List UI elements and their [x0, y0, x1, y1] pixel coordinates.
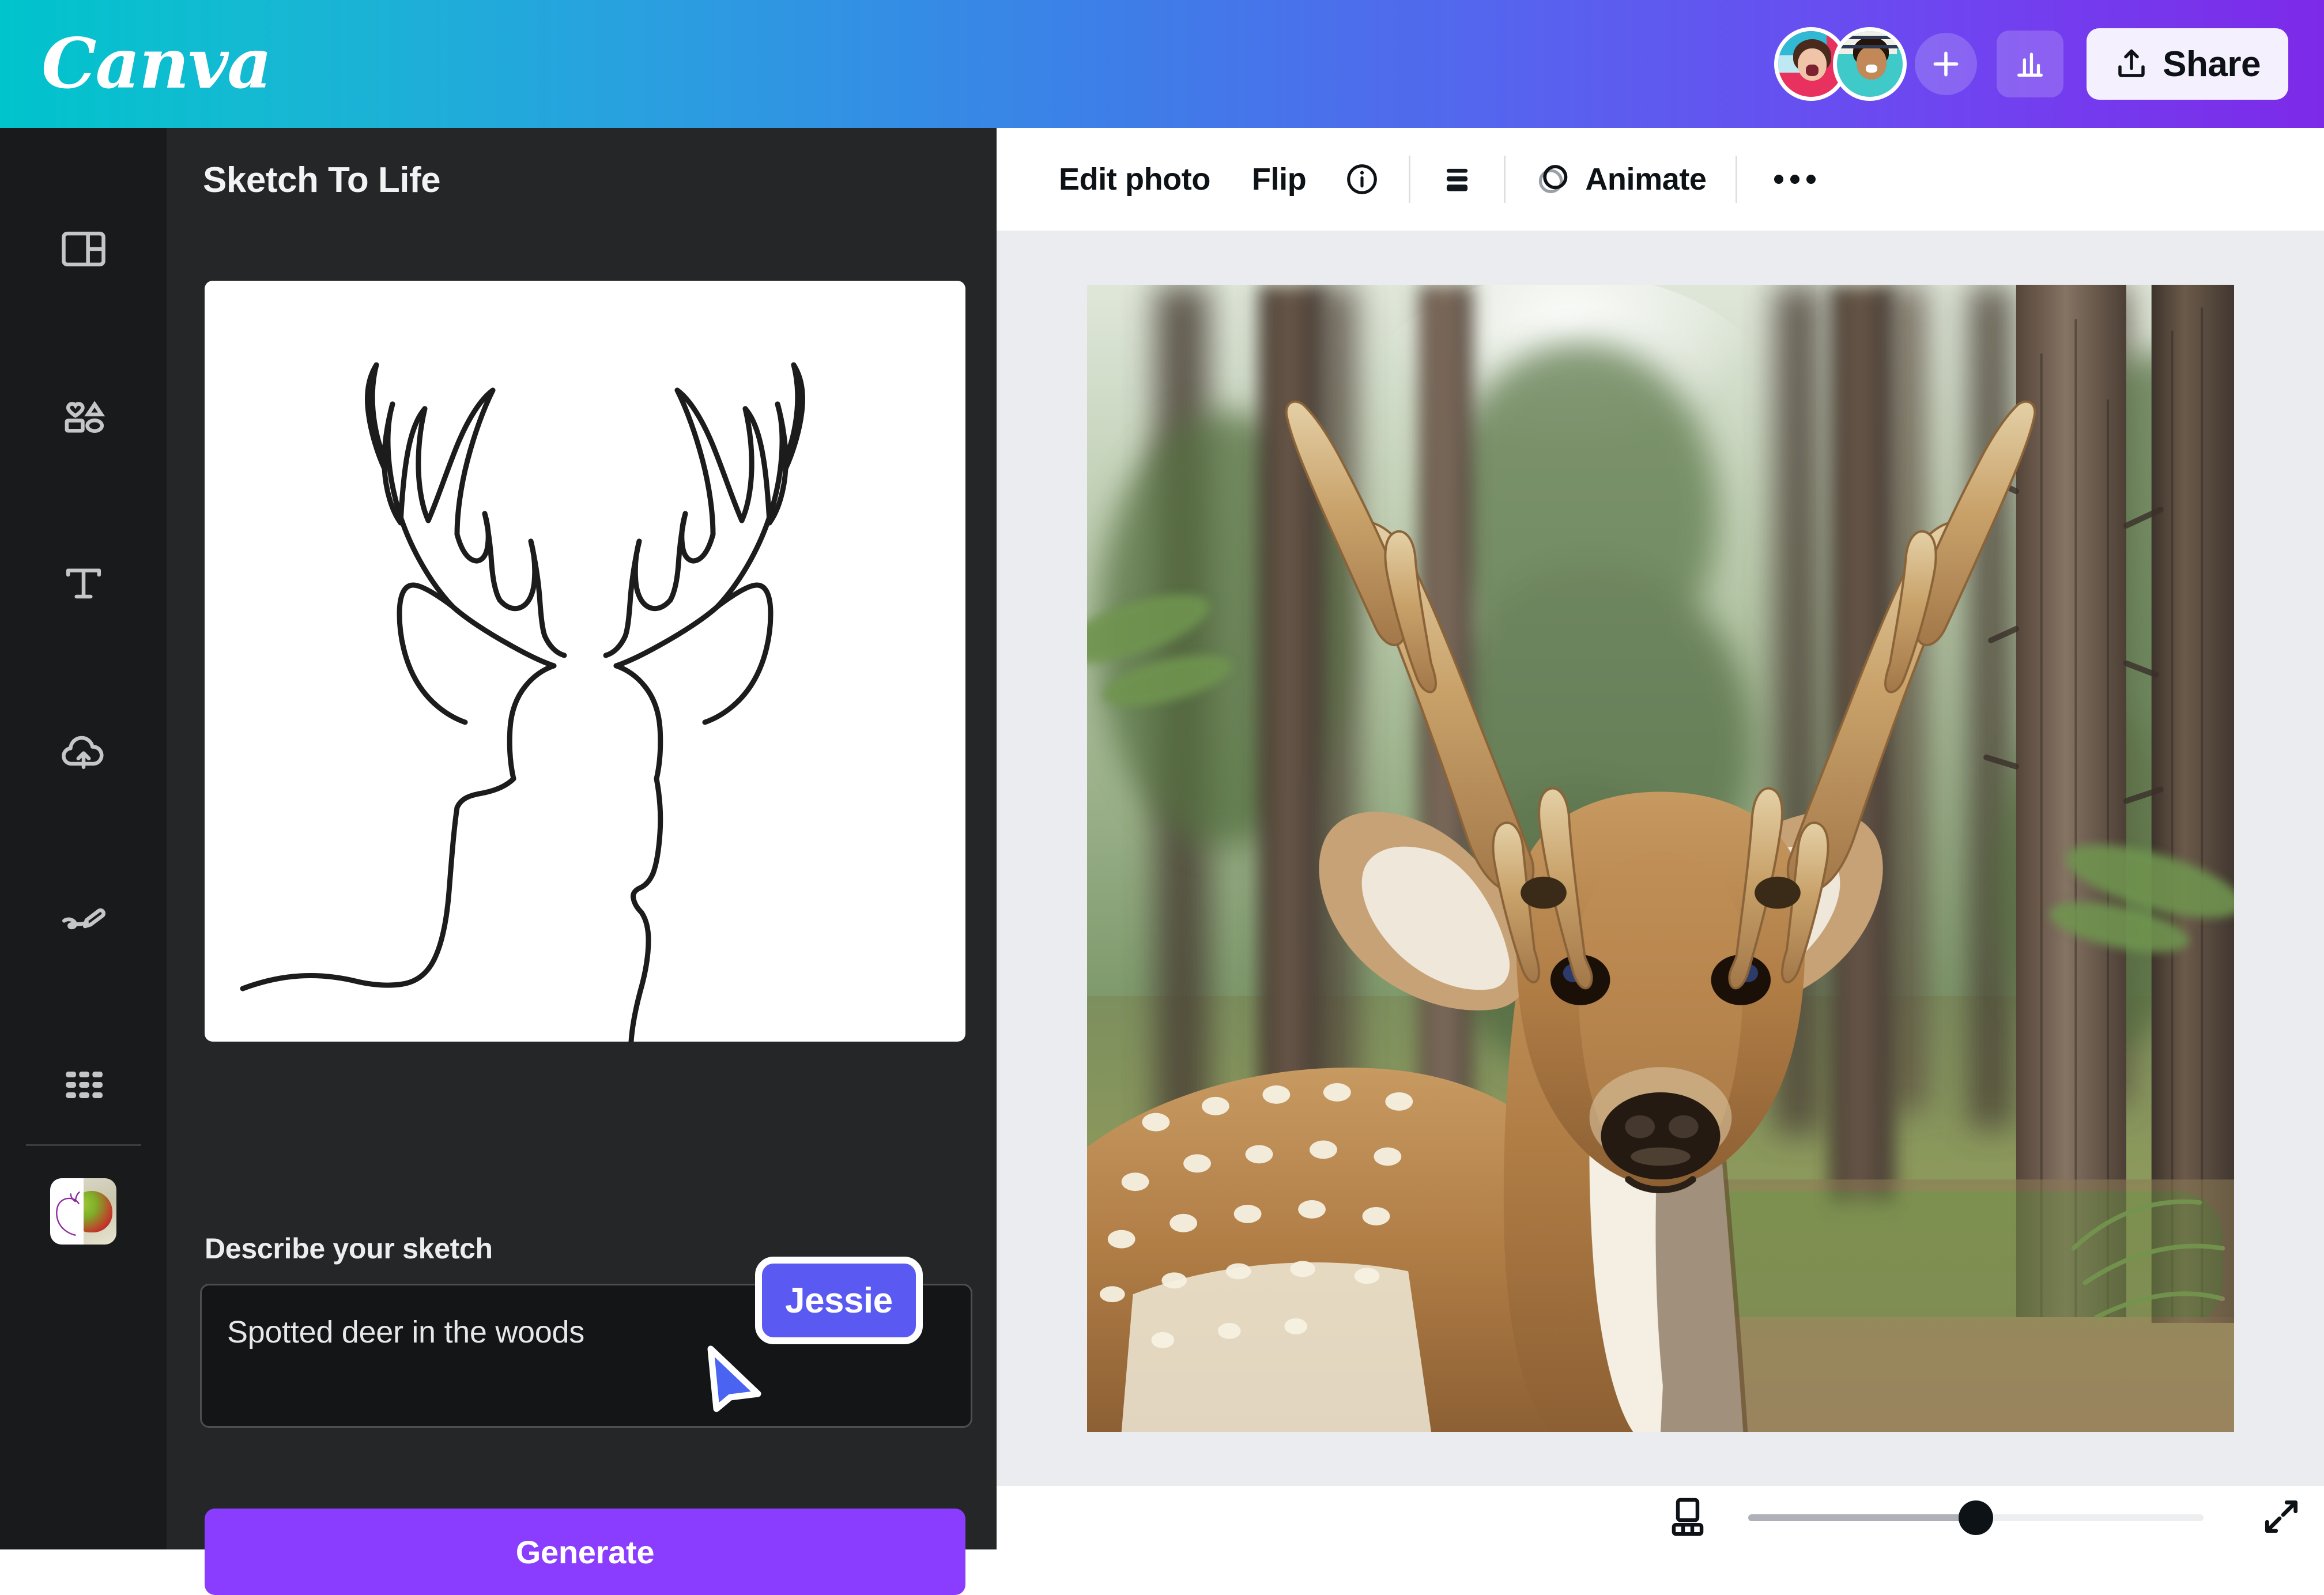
- pen-draw-icon: [57, 891, 110, 944]
- apps-grid-icon: [57, 1058, 110, 1111]
- bottom-bar: [997, 1486, 2324, 1549]
- deer-line-sketch: [205, 281, 965, 1042]
- sidebar-item-text[interactable]: [0, 540, 167, 627]
- generate-button[interactable]: Generate: [205, 1509, 965, 1595]
- share-label: Share: [2163, 44, 2261, 85]
- cursor-name-badge: Jessie: [755, 1257, 923, 1344]
- canva-logo[interactable]: Canva: [42, 29, 271, 99]
- plus-icon: [1930, 48, 1962, 80]
- main-canvas-area: Edit photo Flip Animate: [997, 128, 2324, 1549]
- animate-label: Animate: [1585, 161, 1706, 197]
- zoom-slider[interactable]: [1748, 1497, 2204, 1539]
- flip-button[interactable]: Flip: [1231, 161, 1327, 197]
- apple-sketch-icon: [50, 1178, 84, 1245]
- design-canvas: [997, 231, 2324, 1486]
- cursor-user-name: Jessie: [785, 1280, 893, 1321]
- bar-chart-icon: [2013, 47, 2047, 81]
- sketch-to-life-app-icon: [50, 1178, 84, 1245]
- cursor-arrow-icon: [700, 1344, 764, 1413]
- page-view-button[interactable]: [1666, 1495, 1709, 1541]
- toolbar-divider: [1409, 156, 1410, 203]
- describe-sketch-label: Describe your sketch: [205, 1232, 493, 1265]
- info-circle-icon: [1344, 161, 1380, 197]
- object-toolbar: Edit photo Flip Animate: [997, 128, 2324, 231]
- sidebar-item-design[interactable]: [0, 206, 167, 292]
- sidebar-item-sketch-to-life[interactable]: [50, 1178, 116, 1245]
- sidebar-item-elements[interactable]: [0, 373, 167, 459]
- page-title: Sketch To Life: [203, 160, 440, 201]
- sidebar-item-apps[interactable]: [0, 1042, 167, 1128]
- top-bar-right-group: Share: [1774, 27, 2288, 101]
- edit-photo-button[interactable]: Edit photo: [1038, 161, 1231, 197]
- cloud-upload-icon: [57, 724, 110, 777]
- toolbar-divider: [1736, 156, 1737, 203]
- fullscreen-button[interactable]: [2260, 1495, 2303, 1541]
- generate-label: Generate: [516, 1533, 654, 1571]
- insights-button[interactable]: [1997, 31, 2063, 97]
- sidebar-item-draw[interactable]: [0, 874, 167, 961]
- top-bar: Canva: [0, 0, 2324, 128]
- info-button[interactable]: [1327, 161, 1397, 197]
- position-button[interactable]: [1422, 161, 1492, 197]
- left-sidebar-rail: [0, 128, 167, 1549]
- shapes-icon: [57, 390, 110, 443]
- animate-button[interactable]: Animate: [1517, 160, 1723, 198]
- share-button[interactable]: Share: [2087, 28, 2288, 100]
- fullscreen-expand-icon: [2260, 1495, 2303, 1538]
- zoom-slider-thumb[interactable]: [1959, 1500, 1993, 1535]
- avatar[interactable]: [1833, 27, 1907, 101]
- page-view-icon: [1666, 1495, 1709, 1538]
- more-horizontal-icon: [1774, 175, 1783, 184]
- more-options-button[interactable]: [1749, 175, 1841, 184]
- toolbar-divider: [1504, 156, 1506, 203]
- generated-photo[interactable]: [1087, 285, 2234, 1432]
- text-t-icon: [57, 557, 110, 610]
- sidebar-item-uploads[interactable]: [0, 707, 167, 794]
- position-layers-icon: [1439, 161, 1475, 197]
- sketch-preview-card[interactable]: [205, 281, 965, 1042]
- upload-icon: [2114, 47, 2149, 81]
- add-collaborator-button[interactable]: [1915, 33, 1977, 95]
- collaborator-avatars: [1774, 27, 1907, 101]
- zoom-slider-fill: [1748, 1514, 1976, 1521]
- animate-circle-icon: [1534, 160, 1572, 198]
- spotted-deer-forest-image: [1087, 285, 2234, 1432]
- panel-header: Sketch To Life: [167, 128, 997, 232]
- design-layout-icon: [57, 223, 110, 276]
- sidebar-divider: [26, 1144, 141, 1146]
